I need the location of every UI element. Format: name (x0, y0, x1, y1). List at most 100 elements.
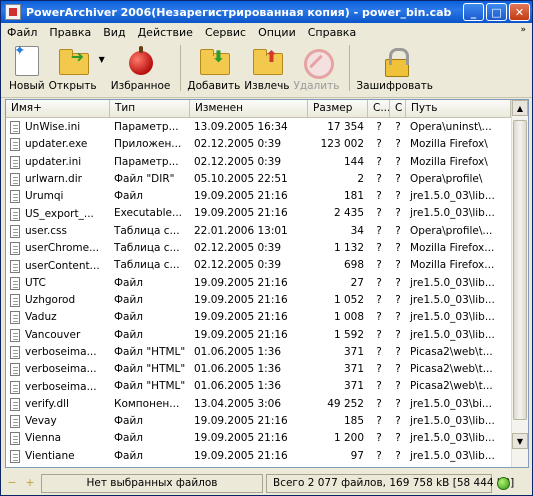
file-name-cell: Urumqi (6, 188, 110, 205)
file-name: US_export_... (25, 207, 94, 220)
extract-folder-icon: ⬆ (251, 45, 283, 77)
plus-icon[interactable]: + (23, 476, 37, 490)
open-button[interactable]: ➜ Открыть (49, 45, 97, 92)
file-s1: ? (376, 363, 382, 376)
table-row[interactable]: US_export_... Executable... 19.09.2005 21:… (6, 205, 511, 222)
toolbar-chevron-icon[interactable]: » (520, 25, 526, 35)
extract-button[interactable]: ⬆ Извлечь (244, 45, 289, 92)
file-size: 27 (350, 276, 364, 289)
table-row[interactable]: verboseima... Файл "HTML" 01.06.2005 1:36 3… (6, 344, 511, 361)
file-path: Picasa2\web\t... (410, 363, 493, 376)
file-path: Opera\profile\ (410, 172, 483, 185)
table-row[interactable]: UTC Файл 19.09.2005 21:16 27?? jre1.5.0_03\l… (6, 275, 511, 292)
menu-tools[interactable]: Сервис (199, 23, 252, 42)
table-row[interactable]: Vientiane Файл 19.09.2005 21:16 97?? jre1.5.… (6, 448, 511, 465)
favorites-button[interactable]: Избранное (110, 45, 171, 92)
file-icon (10, 363, 20, 377)
file-type: Файл (114, 432, 144, 445)
table-row[interactable]: updater.exe Приложен... 02.12.2005 0:39 123… (6, 136, 511, 153)
file-size: 1 008 (333, 311, 364, 324)
delete-icon (300, 45, 335, 79)
table-row[interactable]: verboseima... Файл "HTML" 01.06.2005 1:36 3… (6, 378, 511, 395)
file-icon (10, 276, 20, 290)
vertical-scrollbar[interactable]: ▲ ▼ (511, 100, 528, 467)
table-row[interactable]: Vevay Файл 19.09.2005 21:16 185?? jre1.5.0_0… (6, 413, 511, 430)
file-s2: ? (395, 207, 401, 220)
column-name[interactable]: Имя+ (6, 100, 110, 118)
maximize-button[interactable]: □ (486, 3, 507, 21)
file-icon (10, 121, 20, 135)
delete-button[interactable]: Удалить (293, 45, 339, 92)
table-row[interactable]: verify.dll Компонен... 13.04.2005 3:06 49 2… (6, 396, 511, 413)
file-type: Компонен... (114, 397, 180, 410)
table-row[interactable]: Urumqi Файл 19.09.2005 21:16 181?? jre1.5.0_… (6, 188, 511, 205)
file-icon (10, 467, 20, 468)
menu-help[interactable]: Справка (302, 23, 362, 42)
encrypt-button[interactable]: Зашифровать (356, 45, 433, 92)
table-row[interactable]: Vienna Файл 19.09.2005 21:16 1 200?? jre1.5.… (6, 430, 511, 447)
file-path: Opera\uninst\... (410, 121, 492, 133)
scroll-down-button[interactable]: ▼ (512, 433, 528, 449)
table-row[interactable]: Vancouver Файл 19.09.2005 21:16 1 592?? jre1… (6, 327, 511, 344)
file-name: Vientiane (25, 449, 75, 462)
file-name-cell: UnWise.ini (6, 119, 110, 136)
app-logo-icon (5, 4, 21, 20)
file-path: Mozilla Firefox... (410, 242, 495, 255)
file-name-cell: Vientiane (6, 448, 110, 465)
table-row[interactable]: viewsource... Таблица с...02.12.2005 0:39… (6, 465, 511, 468)
file-name-cell: UTC (6, 275, 110, 292)
file-name: verify.dll (25, 397, 69, 410)
file-modified: 02.12.2005 0:39 (194, 155, 282, 168)
table-row[interactable]: userChrome... Таблица с... 02.12.2005 0:39… (6, 240, 511, 257)
title-bar[interactable]: PowerArchiver 2006(Незарегистрированная … (1, 1, 532, 23)
close-button[interactable]: ✕ (509, 3, 530, 21)
file-name-cell: Vaduz (6, 309, 110, 326)
file-path: jre1.5.0_03\lib... (410, 190, 495, 203)
menu-options[interactable]: Опции (252, 23, 302, 42)
column-s1[interactable]: С... (368, 100, 390, 118)
table-row[interactable]: Uzhgorod Файл 19.09.2005 21:16 1 052?? jre1.… (6, 292, 511, 309)
open-dropdown-icon[interactable]: ▼ (99, 55, 105, 64)
column-path[interactable]: Путь (406, 100, 511, 118)
selection-status: Нет выбранных файлов (41, 473, 263, 493)
table-row[interactable]: UnWise.ini Параметр... 13.09.2005 16:34 17 … (6, 119, 511, 136)
file-modified: 01.06.2005 1:36 (194, 380, 282, 393)
new-button[interactable]: Новый (9, 43, 45, 92)
column-size[interactable]: Размер (308, 100, 368, 118)
table-row[interactable]: urlwarn.dir Файл "DIR" 05.10.2005 22:51 2??… (6, 171, 511, 188)
file-size: 371 (343, 345, 364, 358)
open-folder-icon: ➜ (57, 45, 89, 77)
minimize-button[interactable]: _ (463, 3, 484, 21)
file-name-cell: viewsource... (6, 465, 110, 468)
add-label: Добавить (187, 80, 241, 92)
minus-icon[interactable]: − (5, 476, 19, 490)
favorites-label: Избранное (110, 80, 171, 92)
file-modified: 02.12.2005 0:39 (194, 259, 282, 272)
column-type[interactable]: Тип (110, 100, 190, 118)
table-row[interactable]: verboseima... Файл "HTML" 01.06.2005 1:36 3… (6, 361, 511, 378)
scroll-thumb[interactable] (513, 120, 527, 420)
menu-view[interactable]: Вид (97, 23, 131, 42)
scroll-up-button[interactable]: ▲ (512, 100, 528, 116)
column-s2[interactable]: С (390, 100, 406, 118)
file-s1: ? (376, 259, 382, 272)
table-row[interactable]: userContent... Таблица с... 02.12.2005 0:3… (6, 257, 511, 274)
file-s2: ? (395, 311, 401, 324)
menu-edit[interactable]: Правка (43, 23, 97, 42)
file-name-cell: updater.exe (6, 136, 110, 153)
file-list[interactable]: Имя+ Тип Изменен Размер С... С Путь UnWi… (5, 99, 529, 468)
arrow-icon: ➜ (70, 47, 85, 66)
table-row[interactable]: user.css Таблица с... 22.01.2006 13:01 34??… (6, 223, 511, 240)
menu-action[interactable]: Действие (132, 23, 199, 42)
add-button[interactable]: ⬇ Добавить (187, 45, 240, 92)
file-size: 185 (343, 415, 364, 428)
file-s1: ? (376, 380, 382, 393)
table-row[interactable]: Vaduz Файл 19.09.2005 21:16 1 008?? jre1.5.0… (6, 309, 511, 326)
file-path: jre1.5.0_03\lib... (410, 293, 495, 306)
table-row[interactable]: updater.ini Параметр... 02.12.2005 0:39 144… (6, 154, 511, 171)
file-size: 49 252 (327, 397, 364, 410)
file-size: 181 (343, 190, 364, 203)
column-modified[interactable]: Изменен (190, 100, 308, 118)
menu-file[interactable]: Файл (1, 23, 43, 42)
file-name-cell: verify.dll (6, 396, 110, 413)
